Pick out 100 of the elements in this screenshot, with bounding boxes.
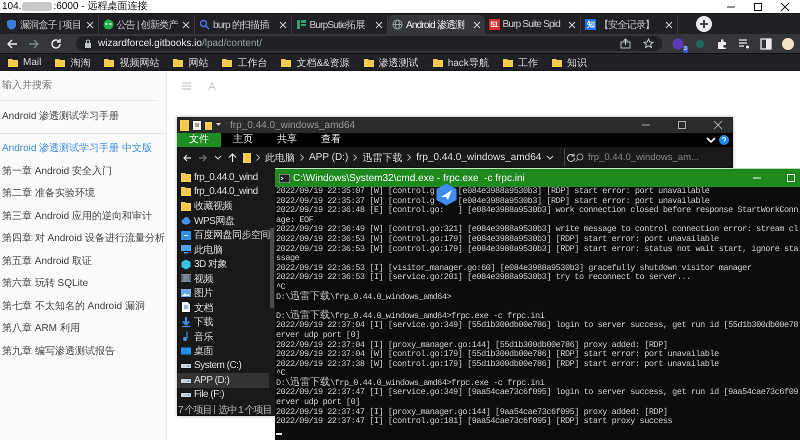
nav-item[interactable]: 下载 — [177, 315, 269, 330]
nav-item[interactable]: frp_0.44.0_wind — [177, 170, 269, 184]
star-icon[interactable] — [643, 38, 654, 49]
folder-icon — [181, 172, 191, 183]
bookmark[interactable]: 知识 — [552, 56, 587, 70]
refresh-icon[interactable] — [566, 152, 576, 162]
separator — [214, 405, 216, 414]
bookmark[interactable]: 渗透测试 — [364, 56, 419, 70]
breadcrumb[interactable]: 此电脑 — [265, 150, 295, 164]
folder-icon — [173, 58, 184, 67]
nav-item[interactable]: frp_0.44.0_wind — [177, 184, 269, 199]
close-icon[interactable] — [780, 2, 790, 12]
console-line: 2022/09/19 22:36:53 [W] [control.go:179] [e084e3988a9530b3] [RDP] start error: port unavailable — [276, 234, 719, 244]
chapter-link[interactable]: 第四章 对 Android 设备进行流量分析 — [0, 228, 166, 250]
bookmark[interactable]: 淘淘 — [55, 56, 90, 70]
download-icon — [181, 316, 191, 328]
browser-tab[interactable]: Android 渗透测 — [388, 15, 484, 34]
bookmark[interactable]: Mail — [8, 57, 42, 68]
bookmark[interactable]: hack导航 — [432, 56, 489, 70]
nav-item[interactable]: System (C:) — [177, 358, 269, 373]
nav-item[interactable]: 百度网盘同步空间 — [177, 228, 269, 242]
folder-icon — [181, 200, 191, 212]
chapter-link[interactable]: 第七章 不太知名的 Android 漏洞 — [0, 296, 166, 318]
maximize-icon[interactable] — [753, 2, 763, 12]
properties-icon[interactable] — [193, 120, 201, 130]
chapter-link[interactable]: 第八章 ARM 利用 — [0, 318, 166, 340]
dropdown-icon[interactable] — [214, 154, 222, 160]
nav-item[interactable]: 收藏视频 — [177, 199, 269, 214]
playlist-icon[interactable] — [738, 38, 750, 50]
share-icon[interactable] — [620, 38, 631, 49]
ribbon-tab[interactable]: 查看 — [309, 133, 353, 147]
console-line: 2022/09/19 22:35:37 [W] [control.g — [276, 196, 434, 206]
scrollbar[interactable] — [270, 228, 274, 308]
nav-item[interactable]: 视频 — [177, 272, 269, 286]
bookmark[interactable]: 文档&&资源 — [281, 56, 350, 70]
breadcrumb[interactable]: 迅雷下载 — [362, 150, 402, 164]
nav-item[interactable]: APP (D:) — [177, 373, 269, 388]
hexagon-icon[interactable] — [436, 183, 457, 206]
help-icon[interactable] — [719, 135, 729, 145]
avatar-icon[interactable] — [782, 38, 794, 50]
dropdown-icon[interactable] — [216, 123, 221, 127]
bookmark[interactable]: 网站 — [173, 56, 208, 70]
close-icon[interactable] — [713, 120, 723, 130]
console-line: 2022/09/19 22:37:47 [I] [service.go:349] [9aa54cae73c6f095] login to server success, get run id [9aa54cae73c6f09 — [276, 388, 798, 398]
cloud-icon — [181, 215, 191, 226]
nav-item[interactable]: File (F:) — [177, 388, 269, 402]
folder-icon — [502, 58, 513, 67]
chevron-icon — [256, 154, 260, 161]
breadcrumb[interactable]: frp_0.44.0_windows_amd64 — [416, 152, 542, 163]
nav-item[interactable]: WPS网盘 — [177, 214, 269, 228]
ribbon-tab[interactable]: 主页 — [221, 133, 265, 147]
book-title[interactable]: Android 渗透测试学习手册 — [0, 101, 166, 134]
nav-item[interactable]: 文档 — [177, 300, 269, 315]
search-field[interactable]: 输入并搜索 — [0, 71, 158, 101]
document-icon — [181, 302, 191, 314]
bookmark[interactable]: 视频网站 — [104, 56, 160, 70]
back-icon[interactable] — [182, 152, 192, 162]
nav-item[interactable]: 桌面 — [177, 344, 269, 358]
cursor — [276, 432, 282, 435]
picture-icon — [181, 288, 191, 299]
bookmark[interactable]: 工作 — [502, 56, 538, 70]
new-tab-button[interactable] — [696, 16, 712, 32]
console-line: ssage — [276, 254, 300, 264]
chapter-link[interactable]: 第五章 Android 取证 — [0, 250, 166, 273]
chapter-link[interactable]: 第一章 Android 安全入门 — [0, 160, 166, 183]
chapter-link[interactable]: 第三章 Android 应用的逆向和审计 — [0, 206, 166, 228]
ribbon-tab[interactable]: 共享 — [265, 133, 309, 147]
back-icon[interactable] — [6, 38, 18, 50]
dropdown-icon[interactable] — [546, 154, 554, 160]
console-line: 2022/09/19 22:37:04 [I] [service.go:349] [55d1b300db00e786] login to server success, get run id [55d1b300db00e78 — [276, 321, 798, 330]
nav-item[interactable]: 图片 — [177, 286, 269, 300]
search-field[interactable]: frp_0.44.0_windows_am... — [571, 149, 729, 166]
folder-icon[interactable] — [205, 120, 212, 130]
breadcrumb[interactable]: APP (D:) — [309, 152, 348, 163]
ribbon-tab[interactable]: 文件 — [177, 133, 221, 147]
address-field[interactable]: wizardforcel.gitbooks.io/lpad/content/ — [76, 36, 662, 51]
forward-icon[interactable] — [28, 38, 40, 50]
forward-icon[interactable] — [198, 152, 208, 162]
reload-icon[interactable] — [50, 38, 62, 50]
path-field[interactable]: 此电脑 APP (D:) 迅雷下载 frp_0.44.0_windows_amd64 — [243, 149, 565, 166]
chapter-link[interactable]: 第六章 玩转 SQLite — [0, 273, 166, 296]
folder-icon — [281, 58, 292, 67]
sync-folder-icon — [181, 230, 191, 241]
puzzle-icon[interactable] — [716, 38, 728, 50]
chevron-icon[interactable] — [706, 136, 716, 144]
sidebar-icon[interactable] — [760, 38, 772, 50]
nav-item[interactable]: 此电脑 — [177, 242, 269, 257]
folder-icon — [432, 58, 443, 67]
up-icon[interactable] — [228, 152, 237, 162]
console-line: ^C — [276, 282, 286, 292]
folder-icon — [364, 58, 374, 67]
nav-item[interactable]: 音乐 — [177, 330, 269, 344]
nav-item[interactable]: 3D 对象 — [177, 257, 269, 272]
bookmark[interactable]: 工作台 — [222, 56, 268, 70]
maximize-icon[interactable] — [677, 120, 687, 130]
folder-icon — [552, 58, 562, 67]
url-text: wizardforcel.gitbooks.io/lpad/content/ — [98, 38, 262, 49]
chapter-link[interactable]: 第二章 准备实验环境 — [0, 183, 166, 206]
chapter-link[interactable]: 第九章 编写渗透测试报告 — [0, 340, 166, 363]
console-line: erver udp port [0] — [276, 330, 360, 340]
